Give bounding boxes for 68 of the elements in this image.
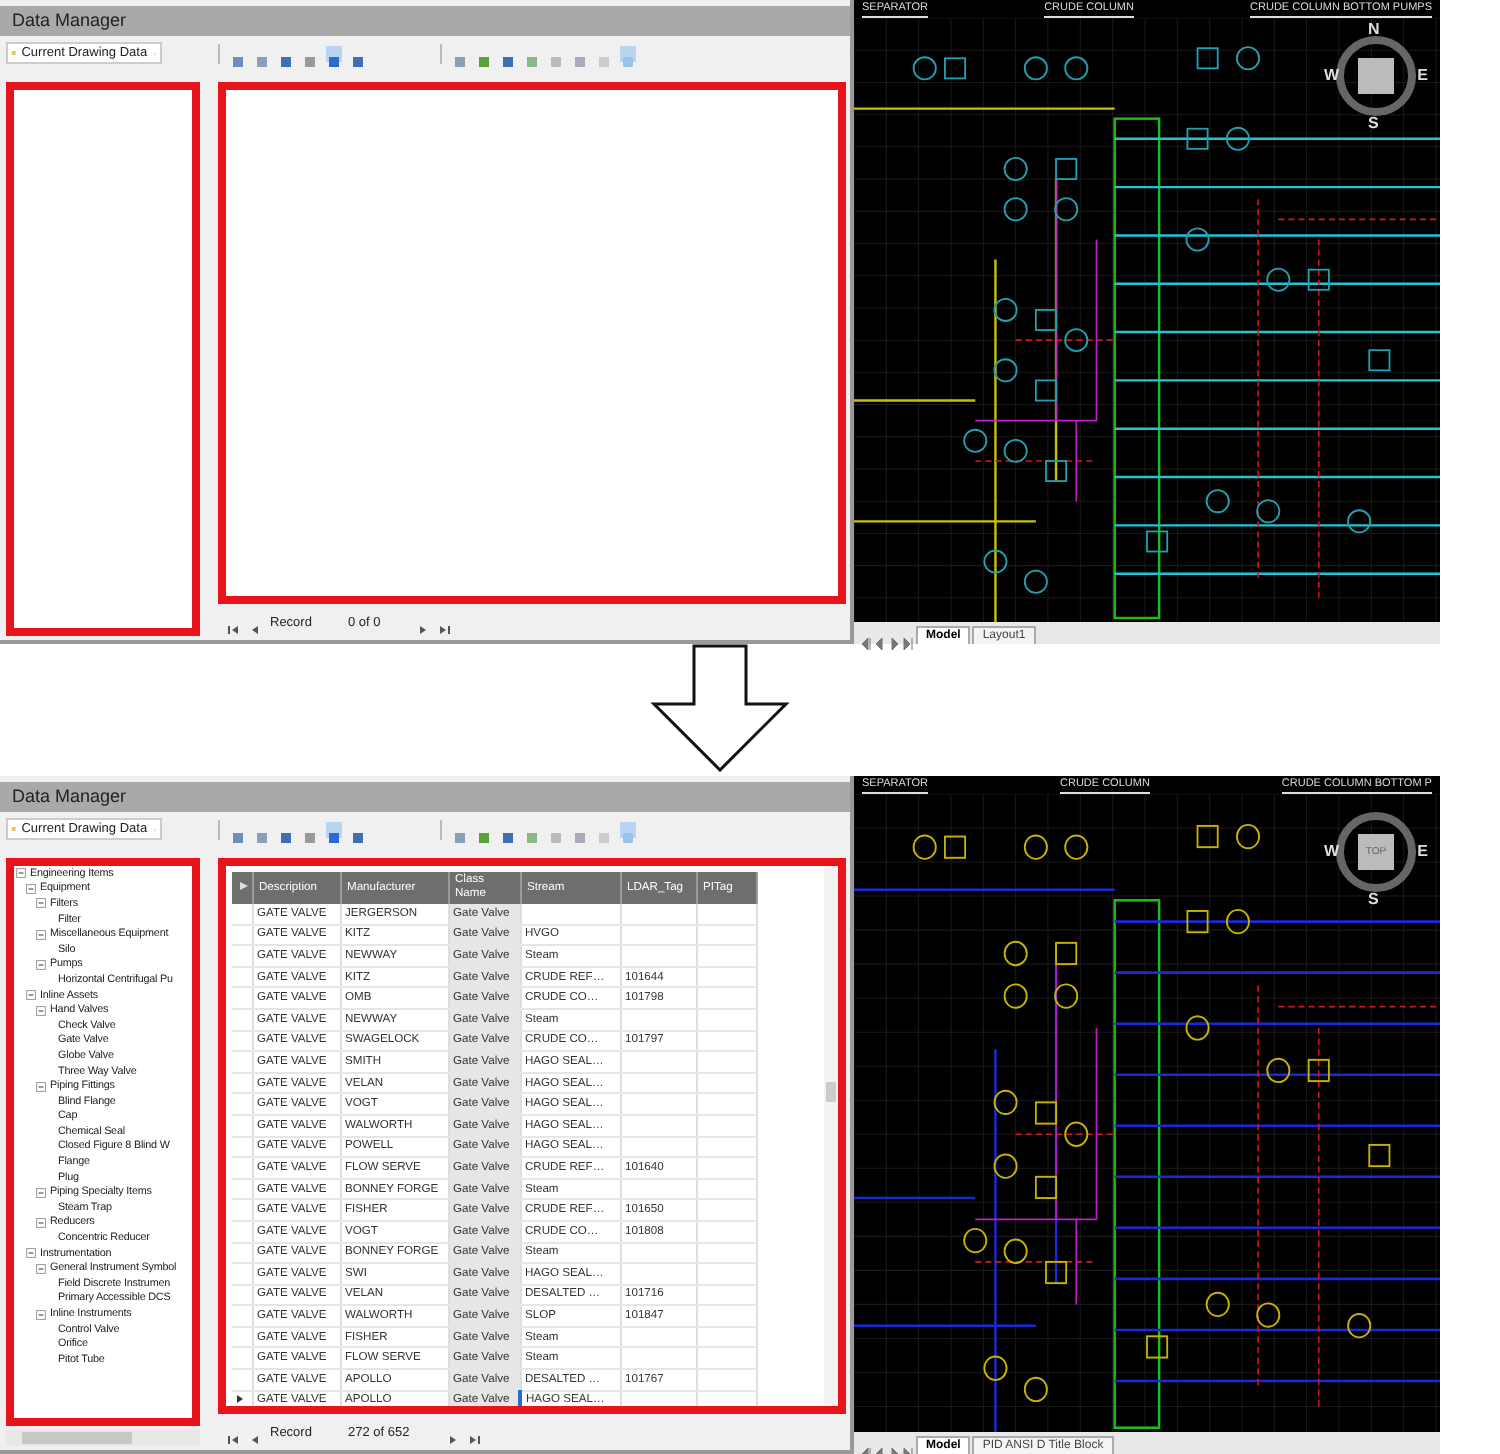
collapse-icon[interactable] [36,1187,46,1198]
table-cell [696,924,756,946]
table-cell [620,1093,696,1115]
table-cell [696,966,756,988]
table-cell [696,945,756,967]
compass-letter: W [1324,66,1340,84]
window-title: Data Manager [0,6,850,36]
compass-letter: S [1368,890,1379,908]
compass-letter: W [1324,842,1340,860]
down-arrow-icon [650,644,790,772]
collapse-icon[interactable] [36,1263,46,1274]
table-cell [620,904,696,925]
collapse-icon[interactable] [16,868,26,879]
select-all-icon[interactable] [238,879,250,891]
table-cell [696,1347,756,1370]
table-cell [620,1178,696,1200]
table-cell [620,1263,696,1285]
collapse-icon[interactable] [36,898,46,909]
toolbar-button[interactable] [326,821,342,837]
table-cell [696,1051,756,1073]
collapse-icon[interactable] [36,1309,46,1320]
current-row-icon [236,1393,244,1404]
table-cell [620,1347,696,1370]
table-cell [696,1114,756,1137]
collapse-icon[interactable] [36,1217,46,1228]
table-cell [696,1157,756,1179]
table-cell [620,1008,696,1031]
table-cell [696,1093,756,1115]
collapse-icon[interactable] [26,990,36,1001]
collapse-icon[interactable] [36,929,46,940]
table-cell [696,1220,756,1242]
table-cell [620,1051,696,1073]
table-cell [620,1242,696,1264]
compass-letter: N [1368,20,1380,38]
compass-letter: S [1368,114,1379,132]
table-cell [696,1178,756,1200]
vertical-scrollbar[interactable] [824,866,838,1406]
collapse-icon[interactable] [26,1248,36,1259]
table-cell [696,1136,756,1158]
compass-letter: E [1417,842,1428,860]
table-cell [620,1114,696,1137]
row-header[interactable] [232,1390,252,1406]
collapse-icon[interactable] [36,1005,46,1016]
table-cell [620,945,696,967]
collapse-icon[interactable] [26,883,36,894]
table-cell [696,1263,756,1285]
table-cell [696,1369,756,1391]
table-cell [620,924,696,946]
table-cell [696,1284,756,1306]
compass-letter: E [1417,66,1428,84]
table-cell [696,987,756,1009]
table-cell [620,1326,696,1348]
table-cell [696,904,756,925]
table-cell [620,1136,696,1158]
table-cell [696,1008,756,1031]
collapse-icon[interactable] [36,1081,46,1092]
table-cell [696,1326,756,1348]
table-cell [696,1072,756,1094]
table-cell [696,1305,756,1327]
horizontal-scrollbar[interactable] [6,1430,200,1446]
toolbar-button[interactable] [326,45,342,61]
window-title: Data Manager [0,782,850,812]
table-cell [696,1242,756,1264]
table-cell [696,1030,756,1052]
table-cell [696,1199,756,1221]
table-cell [520,904,620,925]
collapse-icon[interactable] [36,959,46,970]
table-cell [620,1072,696,1094]
